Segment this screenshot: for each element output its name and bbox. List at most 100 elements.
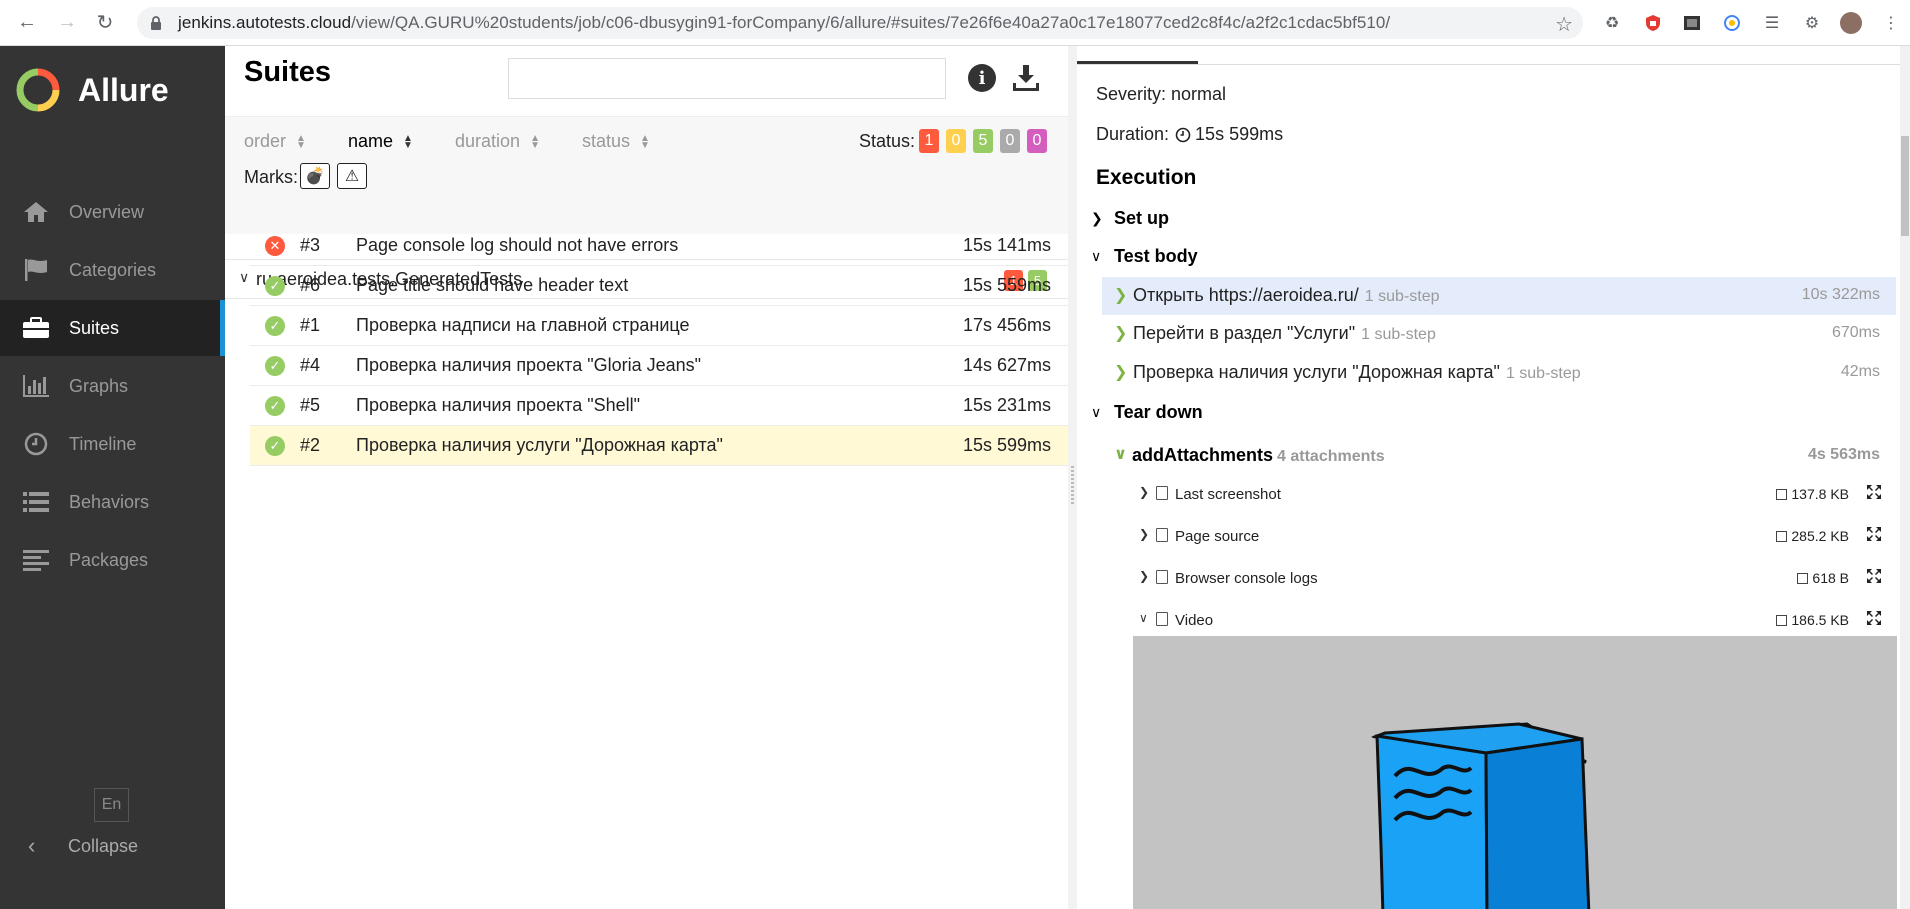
sidebar-item-categories[interactable]: Categories: [0, 242, 225, 298]
details-scrollbar[interactable]: [1900, 46, 1910, 909]
sidebar-item-suites[interactable]: Suites: [0, 300, 225, 356]
expand-icon[interactable]: [1866, 484, 1882, 500]
test-row[interactable]: ✓ #1 Проверка надписи на главной страниц…: [250, 306, 1068, 346]
sidebar-item-overview[interactable]: Overview: [0, 184, 225, 240]
sort-name[interactable]: name ▲ ▼: [348, 131, 413, 152]
passed-status-icon: ✓: [265, 316, 285, 336]
language-switch[interactable]: En: [94, 788, 129, 822]
status-filter-passed[interactable]: 5: [973, 129, 993, 153]
step-row[interactable]: ❯ Перейти в раздел "Услуги" 1 sub-step 67…: [1102, 315, 1896, 353]
reload-icon[interactable]: ↻: [92, 10, 118, 36]
sidebar-item-timeline[interactable]: Timeline: [0, 416, 225, 472]
home-icon: [21, 197, 51, 227]
test-details-pane: Severity: normal Duration: 15s 599ms Exe…: [1077, 46, 1900, 909]
shield-extension-icon[interactable]: [1642, 12, 1664, 34]
status-filter-failed[interactable]: 1: [919, 129, 939, 153]
screen-extension-icon[interactable]: [1681, 12, 1703, 34]
sort-order[interactable]: order ▲ ▼: [244, 131, 306, 152]
test-row[interactable]: ✕ #3 Page console log should not have er…: [250, 226, 1068, 266]
sort-label: status: [582, 131, 631, 151]
profile-avatar[interactable]: [1840, 12, 1862, 34]
attachment-name: Video: [1175, 612, 1214, 629]
sort-status[interactable]: status ▲ ▼: [582, 131, 650, 152]
brand[interactable]: Allure: [16, 68, 169, 112]
test-row[interactable]: ✓ #5 Проверка наличия проекта "Shell" 15…: [250, 386, 1068, 426]
step-duration: 4s 563ms: [1807, 446, 1880, 463]
collapse-label: Collapse: [68, 835, 139, 856]
sidebar-item-label: Behaviors: [69, 491, 150, 512]
attachment-row[interactable]: ❯ Page source 285.2 KB: [1139, 516, 1896, 556]
test-number: #4: [300, 355, 321, 375]
attachment-row[interactable]: ❯ Last screenshot 137.8 KB: [1139, 474, 1896, 514]
attachments-count: 4 attachments: [1277, 448, 1385, 465]
splitter-grip[interactable]: [1071, 466, 1074, 506]
test-number: #5: [300, 395, 321, 415]
sidebar-item-behaviors[interactable]: Behaviors: [0, 474, 225, 530]
download-icon[interactable]: [1011, 63, 1041, 93]
step-row[interactable]: ❯ Проверка наличия услуги "Дорожная карт…: [1102, 354, 1896, 392]
video-frame-cube-image: [1371, 722, 1591, 909]
address-bar[interactable]: jenkins.autotests.cloud/view/QA.GURU%20s…: [137, 7, 1583, 39]
test-body-section[interactable]: ∨ Test body: [1091, 246, 1198, 267]
test-duration: 15s 559ms: [962, 275, 1051, 295]
status-filter-broken[interactable]: 0: [946, 129, 966, 153]
test-row-selected[interactable]: ✓ #2 Проверка наличия услуги "Дорожная к…: [250, 426, 1068, 466]
chevron-right-icon: ❯: [1139, 485, 1150, 499]
flag-icon: [21, 255, 51, 285]
section-label: Set up: [1114, 208, 1170, 228]
sidebar-item-packages[interactable]: Packages: [0, 532, 225, 588]
duration-value: 15s 599ms: [1195, 124, 1284, 144]
passed-status-icon: ✓: [265, 396, 285, 416]
bookmark-star-icon[interactable]: ☆: [1555, 12, 1573, 37]
test-name: Проверка наличия проекта "Gloria Jeans": [356, 355, 702, 375]
expand-icon[interactable]: [1866, 568, 1882, 584]
attachment-size: 285.2 KB: [1791, 528, 1849, 544]
color-extension-icon[interactable]: [1721, 12, 1743, 34]
expand-icon[interactable]: [1866, 526, 1882, 542]
mark-flaky-button[interactable]: 💣: [300, 163, 330, 189]
test-row[interactable]: ✓ #4 Проверка наличия проекта "Gloria Je…: [250, 346, 1068, 386]
page-title: Suites: [244, 56, 332, 88]
collapse-button[interactable]: ‹ Collapse: [0, 826, 225, 866]
passed-status-icon: ✓: [265, 436, 285, 456]
status-filter-label: Status:: [859, 131, 916, 151]
url-text: jenkins.autotests.cloud/view/QA.GURU%20s…: [178, 13, 1391, 32]
attachment-row[interactable]: ❯ Browser console logs 618 B: [1139, 558, 1896, 598]
attachment-size: 618 B: [1812, 570, 1849, 586]
test-number: #1: [300, 315, 321, 335]
back-icon[interactable]: ←: [14, 10, 40, 36]
mark-known-button[interactable]: ⚠: [337, 163, 367, 189]
scrollbar-thumb[interactable]: [1901, 136, 1909, 236]
lock-icon[interactable]: [150, 16, 164, 30]
video-player[interactable]: [1133, 636, 1897, 909]
setup-section[interactable]: ❯ Set up: [1091, 208, 1169, 229]
code-file-icon: [1156, 528, 1168, 542]
passed-status-icon: ✓: [265, 356, 285, 376]
test-name: Page title should have header text: [356, 275, 629, 295]
forward-icon[interactable]: →: [54, 10, 80, 36]
chevron-right-icon: ❯: [1114, 325, 1128, 342]
recycle-extension-icon[interactable]: ♻: [1601, 12, 1623, 34]
sort-duration[interactable]: duration ▲ ▼: [455, 131, 540, 152]
status-filter-skipped[interactable]: 0: [1000, 129, 1020, 153]
menu-dots-icon[interactable]: ⋮: [1880, 12, 1902, 34]
allure-logo-icon: [16, 68, 60, 112]
attachment-row[interactable]: ∨ Video 186.5 KB: [1139, 600, 1896, 640]
step-row[interactable]: ❯ Открыть https://aeroidea.ru/1 sub-step…: [1102, 277, 1896, 315]
pane-splitter[interactable]: [1068, 46, 1077, 909]
test-row[interactable]: ✓ #6 Page title should have header text …: [250, 266, 1068, 306]
search-input[interactable]: [508, 58, 946, 99]
step-duration: 10s 322ms: [1801, 286, 1880, 303]
add-attachments-step[interactable]: ∨ addAttachments 4 attachments 4s 563ms: [1114, 440, 1896, 474]
sidebar-item-graphs[interactable]: Graphs: [0, 358, 225, 414]
chevron-right-icon: ❯: [1139, 569, 1150, 583]
sidebar: Allure Overview Categories Suites Graphs…: [0, 46, 225, 909]
sidebar-item-label: Graphs: [69, 375, 129, 396]
sidebar-item-label: Packages: [69, 549, 149, 570]
puzzle-extension-icon[interactable]: ⚙: [1801, 12, 1823, 34]
info-icon[interactable]: i: [968, 64, 996, 92]
ruler-extension-icon[interactable]: ☰: [1761, 12, 1783, 34]
status-filter-unknown[interactable]: 0: [1027, 129, 1047, 153]
expand-icon[interactable]: [1866, 610, 1882, 626]
teardown-section[interactable]: ∨ Tear down: [1091, 402, 1203, 423]
